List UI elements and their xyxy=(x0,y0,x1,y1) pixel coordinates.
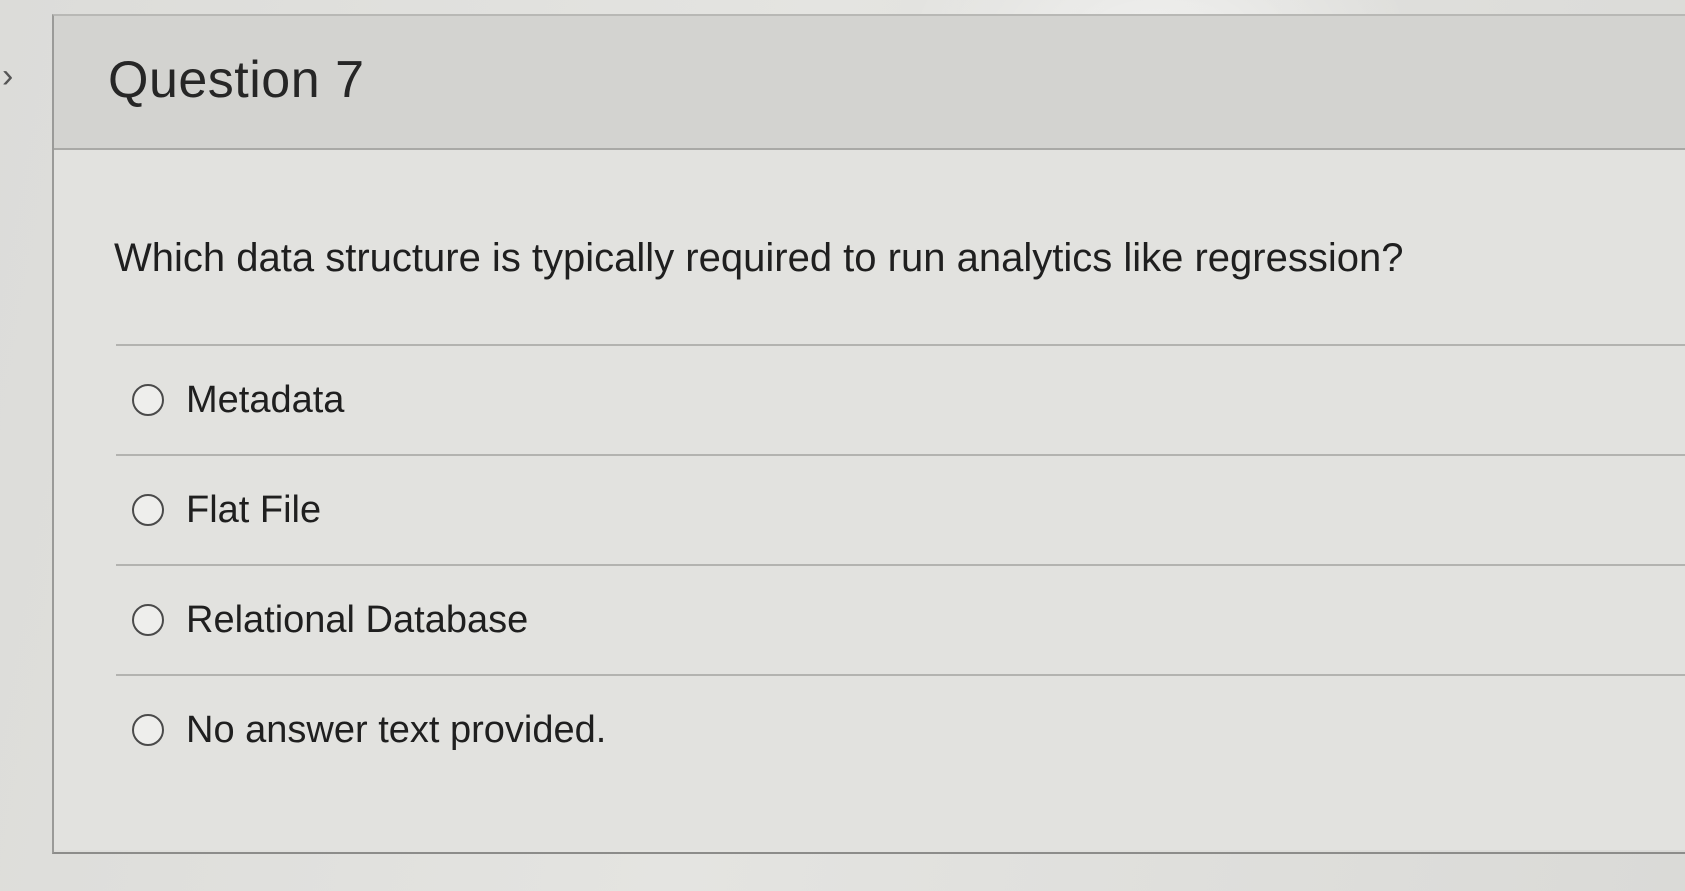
answer-option-no-answer[interactable]: No answer text provided. xyxy=(116,676,1685,784)
screen: › Question 7 Which data structure is typ… xyxy=(0,0,1685,891)
radio-button-icon[interactable] xyxy=(132,604,164,636)
question-header: Question 7 xyxy=(54,16,1685,150)
question-body: Which data structure is typically requir… xyxy=(54,150,1685,850)
answer-label: Flat File xyxy=(186,488,322,531)
answer-option-metadata[interactable]: Metadata xyxy=(116,346,1685,454)
answer-list: Metadata Flat File Relational Database N… xyxy=(116,344,1685,784)
radio-button-icon[interactable] xyxy=(132,494,164,526)
question-title: Question 7 xyxy=(108,51,365,109)
answer-label: No answer text provided. xyxy=(186,708,607,751)
answer-option-relational-database[interactable]: Relational Database xyxy=(116,566,1685,674)
question-text: Which data structure is typically requir… xyxy=(114,236,1404,280)
radio-button-icon[interactable] xyxy=(132,384,164,416)
answer-label: Relational Database xyxy=(186,598,529,641)
radio-button-icon[interactable] xyxy=(132,714,164,746)
answer-option-flat-file[interactable]: Flat File xyxy=(116,456,1685,564)
chevron-right-icon[interactable]: › xyxy=(2,56,24,96)
answer-label: Metadata xyxy=(186,378,345,421)
question-card: Question 7 Which data structure is typic… xyxy=(52,14,1685,854)
